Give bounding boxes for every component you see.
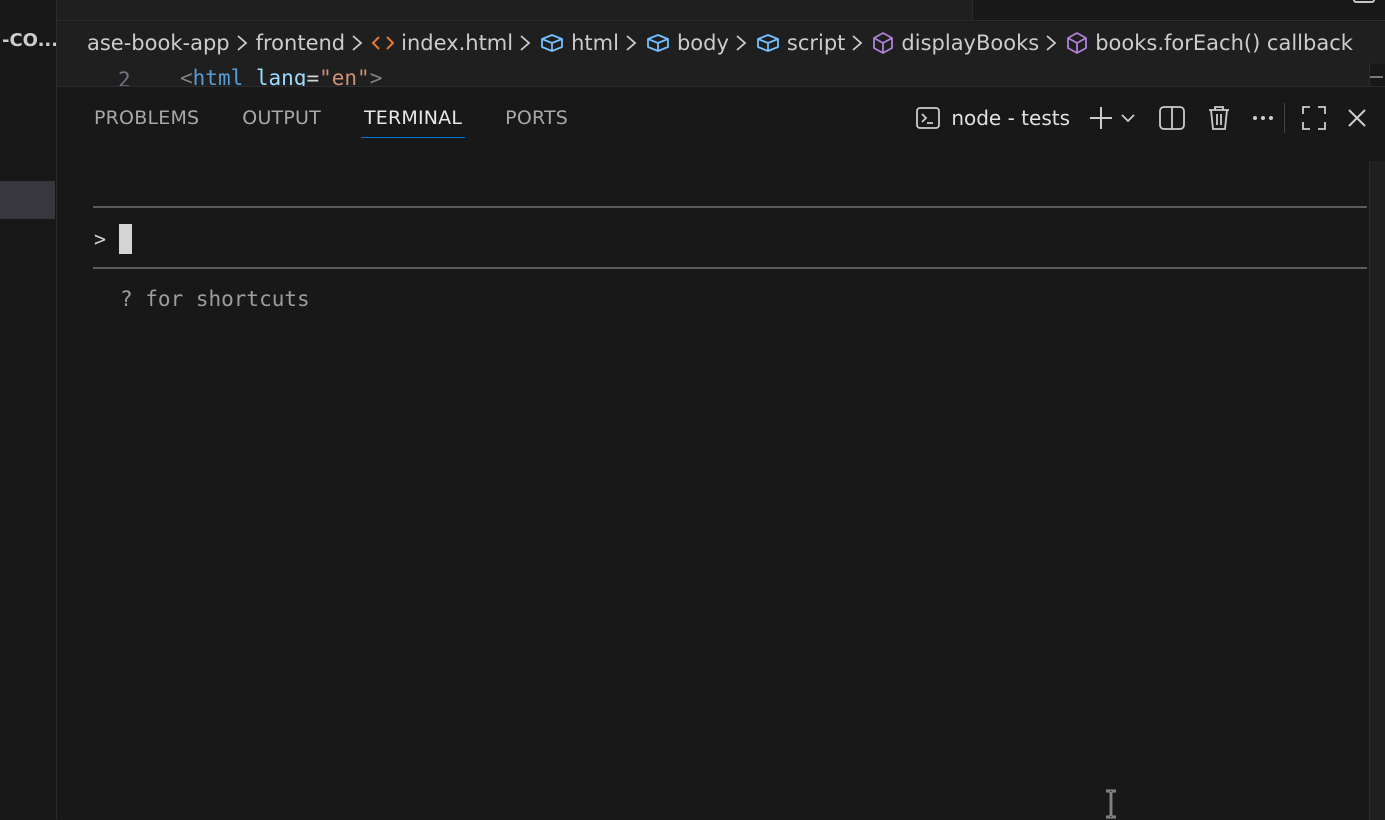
maximize-icon[interactable] <box>1301 103 1327 133</box>
explorer-title[interactable]: -CO... <box>2 30 56 51</box>
text-cursor-icon <box>1106 789 1116 819</box>
editor-tab[interactable] <box>57 0 973 20</box>
plus-icon[interactable] <box>1088 103 1114 133</box>
trash-icon[interactable] <box>1206 103 1232 133</box>
code-text: <html lang="en"> <box>180 66 383 86</box>
breadcrumb: ase-book-app frontend index.html html bo… <box>57 22 1385 64</box>
symbol-element-icon <box>755 33 781 53</box>
terminal-cursor <box>119 224 132 254</box>
terminal-selector[interactable]: node - tests <box>915 105 1070 131</box>
breadcrumb-item-function[interactable]: displayBooks <box>871 31 1039 55</box>
terminal-scrollbar[interactable] <box>1369 161 1385 820</box>
chevron-right-icon <box>236 34 248 52</box>
symbol-element-icon <box>645 33 671 53</box>
editor-scrollbar[interactable] <box>1369 62 1385 86</box>
sidebar-selected-item[interactable] <box>0 181 55 219</box>
line-number: 2 <box>118 68 131 86</box>
html-file-icon <box>371 34 395 52</box>
bottom-panel: PROBLEMS OUTPUT TERMINAL PORTS node - te… <box>57 86 1385 820</box>
breadcrumb-item-body[interactable]: body <box>645 31 729 55</box>
explorer-sidebar: -CO... <box>0 0 57 819</box>
chevron-right-icon <box>351 34 363 52</box>
breadcrumb-item-file[interactable]: index.html <box>371 31 513 55</box>
chevron-right-icon <box>851 34 863 52</box>
editor-tab-bar <box>57 0 1385 21</box>
symbol-element-icon <box>539 33 565 53</box>
tab-ports[interactable]: PORTS <box>505 107 568 135</box>
panel-actions: node - tests <box>915 101 1367 135</box>
terminal-name: node - tests <box>951 106 1070 130</box>
breadcrumb-item-folder[interactable]: frontend <box>256 31 346 55</box>
panel-tabs: PROBLEMS OUTPUT TERMINAL PORTS <box>94 107 611 138</box>
input-box-bottom-border <box>93 267 1367 269</box>
chevron-right-icon <box>625 34 637 52</box>
sun-icon[interactable] <box>1308 0 1330 6</box>
breadcrumb-item-workspace[interactable]: ase-book-app <box>87 31 230 55</box>
tab-terminal[interactable]: TERMINAL <box>360 107 466 138</box>
chevron-down-icon[interactable] <box>1120 103 1136 133</box>
terminal-content[interactable]: > ? for shortcuts <box>93 157 1367 817</box>
layout-icon[interactable] <box>1353 0 1377 6</box>
input-box-top-border <box>93 206 1367 208</box>
terminal-prompt: > <box>94 227 107 251</box>
editor-code-line[interactable]: 2 <html lang="en"> <box>57 64 1370 86</box>
close-icon[interactable] <box>1347 103 1367 133</box>
symbol-method-icon <box>1065 31 1089 55</box>
tab-problems[interactable]: PROBLEMS <box>94 107 199 135</box>
more-icon[interactable] <box>1252 103 1274 133</box>
breadcrumb-item-html[interactable]: html <box>539 31 619 55</box>
split-icon[interactable] <box>1158 103 1186 133</box>
terminal-icon <box>916 107 941 129</box>
actions-divider <box>1284 103 1285 133</box>
chevron-right-icon <box>1045 34 1057 52</box>
breadcrumb-item-script[interactable]: script <box>755 31 845 55</box>
chevron-right-icon <box>519 34 531 52</box>
breadcrumb-item-callback[interactable]: books.forEach() callback <box>1065 31 1353 55</box>
symbol-method-icon <box>871 31 895 55</box>
shortcuts-hint: ? for shortcuts <box>120 287 310 311</box>
tab-output[interactable]: OUTPUT <box>242 107 321 135</box>
chevron-right-icon <box>735 34 747 52</box>
